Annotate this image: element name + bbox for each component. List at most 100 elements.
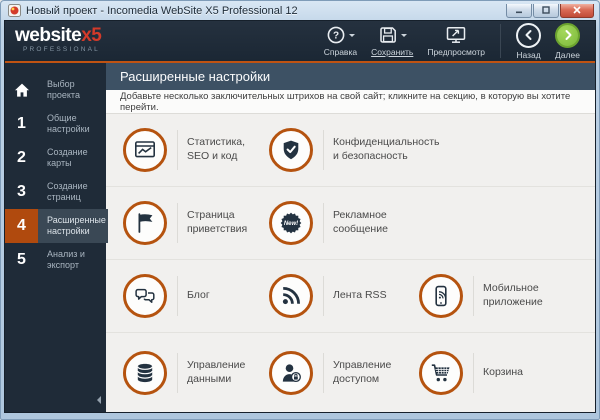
section-label: Рекламное сообщение <box>333 209 419 236</box>
window-controls <box>506 4 594 18</box>
sidebar-item-project-selection[interactable]: Выбор проекта <box>5 73 106 107</box>
section-mobile-app[interactable]: Мобильное приложение <box>419 274 565 318</box>
back-label: Назад <box>516 50 540 60</box>
home-icon <box>5 73 38 107</box>
titlebar: Новый проект - Incomedia WebSite X5 Prof… <box>4 1 596 20</box>
section-shopping-cart[interactable]: Корзина <box>419 351 565 395</box>
save-label: Сохранить <box>371 47 413 57</box>
sidebar-item-step1[interactable]: 1 Общие настройки <box>5 107 106 141</box>
logo-tagline: PROFESSIONAL <box>23 47 101 54</box>
back-button[interactable]: Назад <box>516 23 541 60</box>
sidebar-item-label: Общие настройки <box>38 107 106 141</box>
save-button[interactable]: Сохранить <box>371 25 413 57</box>
chevron-left-icon <box>523 29 535 41</box>
page-description: Добавьте несколько заключительных штрихо… <box>106 90 595 114</box>
database-icon <box>123 351 167 395</box>
section-data-management[interactable]: Управление данными <box>123 351 269 395</box>
section-statistics-seo[interactable]: Статистика, SEO и код <box>123 128 269 172</box>
new-badge-icon: New! <box>269 201 313 245</box>
dropdown-caret-icon <box>349 34 355 40</box>
maximize-icon <box>542 6 550 14</box>
logo-brand: website <box>15 25 81 46</box>
section-label: Страница приветствия <box>187 209 269 236</box>
next-label: Далее <box>555 50 580 60</box>
section-label: Мобильное приложение <box>483 282 565 309</box>
sections-grid: Статистика, SEO и код Конфиденциальность… <box>106 114 595 412</box>
close-icon <box>573 6 581 14</box>
sidebar-item-label: Расширенные настройки <box>38 209 108 243</box>
dropdown-caret-icon <box>401 34 407 40</box>
save-icon <box>378 25 398 45</box>
sidebar-item-label: Создание страниц <box>38 175 106 209</box>
grid-row: Блог Лента RSS <box>106 260 595 333</box>
logo-wordmark: websitex5 <box>15 26 101 45</box>
grid-row: Управление данными <box>106 333 595 412</box>
minimize-icon <box>515 6 523 14</box>
blog-icon <box>123 274 167 318</box>
item-divider <box>177 130 178 170</box>
item-divider <box>323 130 324 170</box>
help-button[interactable]: ? Справка <box>324 25 357 57</box>
grid-row: Страница приветствия <box>106 187 595 260</box>
section-label: Лента RSS <box>333 289 419 303</box>
app-frame: websitex5 PROFESSIONAL ? Справка <box>4 20 596 413</box>
item-divider <box>177 353 178 393</box>
sidebar-collapse-icon[interactable] <box>93 396 101 404</box>
section-label: Конфиденциальность и безопасность <box>333 136 425 163</box>
close-button[interactable] <box>560 4 594 18</box>
section-privacy-security[interactable]: Конфиденциальность и безопасность <box>269 128 419 172</box>
step-number: 1 <box>5 107 38 141</box>
grid-row: Статистика, SEO и код Конфиденциальность… <box>106 114 595 187</box>
maximize-button[interactable] <box>533 4 559 18</box>
item-divider <box>323 203 324 243</box>
step-number: 2 <box>5 141 38 175</box>
content-panel: Расширенные настройки Добавьте несколько… <box>106 63 595 412</box>
item-divider <box>177 203 178 243</box>
sidebar-item-step5[interactable]: 5 Анализ и экспорт <box>5 243 106 277</box>
sidebar-item-step3[interactable]: 3 Создание страниц <box>5 175 106 209</box>
sidebar-item-label: Анализ и экспорт <box>38 243 106 277</box>
window-title: Новый проект - Incomedia WebSite X5 Prof… <box>26 5 500 17</box>
svg-text:?: ? <box>333 31 339 42</box>
user-lock-icon <box>269 351 313 395</box>
page-title: Расширенные настройки <box>106 63 595 90</box>
section-label: Корзина <box>483 366 565 380</box>
section-label: Управление доступом <box>333 359 419 386</box>
section-rss-feed[interactable]: Лента RSS <box>269 274 419 318</box>
step-number: 5 <box>5 243 38 277</box>
step-number: 4 <box>5 209 38 243</box>
app-icon <box>8 4 21 17</box>
flag-icon <box>123 201 167 245</box>
item-divider <box>473 353 474 393</box>
help-icon: ? <box>326 25 346 45</box>
shield-icon <box>269 128 313 172</box>
chevron-right-icon <box>562 29 574 41</box>
rss-icon <box>269 274 313 318</box>
section-blog[interactable]: Блог <box>123 274 269 318</box>
section-welcome-page[interactable]: Страница приветствия <box>123 201 269 245</box>
brand-logo: websitex5 PROFESSIONAL <box>15 26 101 54</box>
steps-sidebar: Выбор проекта 1 Общие настройки 2 Создан… <box>5 63 106 412</box>
section-label: Статистика, SEO и код <box>187 136 269 163</box>
toolbar: websitex5 PROFESSIONAL ? Справка <box>5 21 595 61</box>
stats-icon <box>123 128 167 172</box>
sidebar-item-step4-active[interactable]: 4 Расширенные настройки <box>5 209 106 243</box>
sidebar-item-label: Выбор проекта <box>38 73 106 107</box>
cart-icon <box>419 351 463 395</box>
mobile-icon <box>419 274 463 318</box>
next-button[interactable]: Далее <box>555 23 580 60</box>
preview-label: Предпросмотр <box>427 47 485 57</box>
section-label: Блог <box>187 289 269 303</box>
section-access-management[interactable]: Управление доступом <box>269 351 419 395</box>
main-body: Выбор проекта 1 Общие настройки 2 Создан… <box>5 63 595 412</box>
preview-button[interactable]: Предпросмотр <box>427 25 485 57</box>
section-advertising-message[interactable]: New! Рекламное сообщение <box>269 201 419 245</box>
item-divider <box>473 276 474 316</box>
section-label: Управление данными <box>187 359 269 386</box>
preview-icon <box>445 25 467 45</box>
help-label: Справка <box>324 47 357 57</box>
minimize-button[interactable] <box>506 4 532 18</box>
logo-accent: x5 <box>81 25 101 46</box>
sidebar-item-label: Создание карты <box>38 141 106 175</box>
sidebar-item-step2[interactable]: 2 Создание карты <box>5 141 106 175</box>
